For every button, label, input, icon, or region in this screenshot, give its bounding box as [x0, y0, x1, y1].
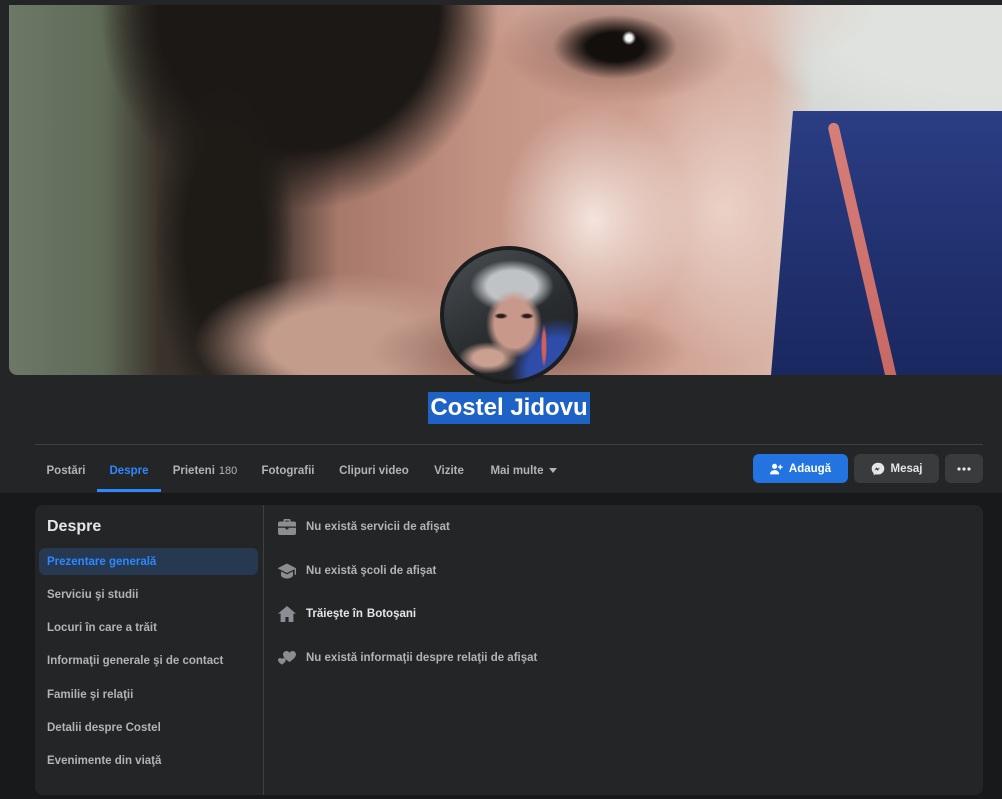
tab-posts-label: Postări	[46, 464, 86, 477]
about-nav-contact-basic-info[interactable]: Informaţii generale şi de contact	[39, 648, 258, 675]
ellipsis-icon	[957, 466, 971, 471]
overview-relationship-text: Nu există informaţii despre relaţii de a…	[306, 651, 538, 664]
tab-photos[interactable]: Fotografii	[249, 449, 327, 492]
about-nav-family-relationships[interactable]: Familie şi relaţii	[39, 681, 258, 708]
tab-about-label: Despre	[109, 464, 149, 477]
about-nav-places-lived[interactable]: Locuri în care a trăit	[39, 615, 258, 642]
caret-down-icon	[548, 468, 557, 473]
about-nav-overview[interactable]: Prezentare generală	[39, 548, 258, 575]
tab-about[interactable]: Despre	[97, 449, 161, 492]
overview-work: Nu există servicii de afişat	[277, 516, 537, 538]
about-nav-details[interactable]: Detalii despre Costel	[39, 715, 258, 742]
tab-check-ins[interactable]: Vizite	[421, 449, 477, 492]
about-nav-work-education[interactable]: Serviciu şi studii	[39, 581, 258, 608]
message-label: Mesaj	[890, 462, 923, 475]
tab-check-ins-label: Vizite	[434, 464, 464, 477]
overview-current-city: Trăieşte în Botoşani	[277, 603, 537, 625]
friends-count: 180	[218, 464, 238, 477]
about-card: Despre Prezentare generală Serviciu şi s…	[35, 505, 983, 795]
overview-work-text: Nu există servicii de afişat	[306, 521, 450, 533]
about-heading: Despre	[47, 518, 102, 535]
add-friend-button[interactable]: Adaugă	[753, 454, 848, 483]
overview-education-text: Nu există şcoli de afişat	[306, 564, 437, 577]
tab-friends-label: Prieteni	[172, 464, 215, 477]
about-nav-life-events[interactable]: Evenimente din viaţă	[39, 748, 258, 775]
messenger-icon	[871, 462, 885, 476]
about-divider	[263, 505, 264, 795]
header-divider	[35, 444, 983, 445]
profile-name-container: Costel Jidovu	[35, 392, 983, 424]
tab-photos-label: Fotografii	[261, 464, 315, 477]
tab-more[interactable]: Mai multe	[477, 449, 570, 492]
home-icon	[277, 605, 297, 623]
more-options-button[interactable]	[945, 454, 983, 483]
tab-posts[interactable]: Postări	[35, 449, 97, 492]
overview-list: Nu există servicii de afişat Nu există ş…	[277, 516, 537, 669]
tab-more-label: Mai multe	[490, 464, 544, 477]
message-button[interactable]: Mesaj	[854, 454, 939, 483]
profile-header: Costel Jidovu Postări Despre Prieteni 18…	[0, 0, 1002, 493]
profile-page: Costel Jidovu Postări Despre Prieteni 18…	[0, 0, 1002, 799]
about-nav: Prezentare generală Serviciu şi studii L…	[39, 548, 258, 775]
overview-current-city-text: Trăieşte în	[306, 608, 363, 621]
hearts-icon	[277, 649, 297, 667]
tab-videos[interactable]: Clipuri video	[327, 449, 421, 492]
overview-relationship: Nu există informaţii despre relaţii de a…	[277, 647, 537, 669]
tab-videos-label: Clipuri video	[339, 464, 409, 477]
profile-name: Costel Jidovu	[428, 392, 590, 424]
briefcase-icon	[277, 518, 297, 536]
person-add-icon	[769, 463, 783, 475]
add-friend-label: Adaugă	[788, 462, 832, 475]
tab-friends[interactable]: Prieteni 180	[161, 449, 249, 492]
current-city-link[interactable]: Botoşani	[367, 608, 416, 620]
graduation-cap-icon	[277, 562, 297, 580]
overview-education: Nu există şcoli de afişat	[277, 560, 537, 582]
profile-picture[interactable]	[440, 246, 578, 384]
